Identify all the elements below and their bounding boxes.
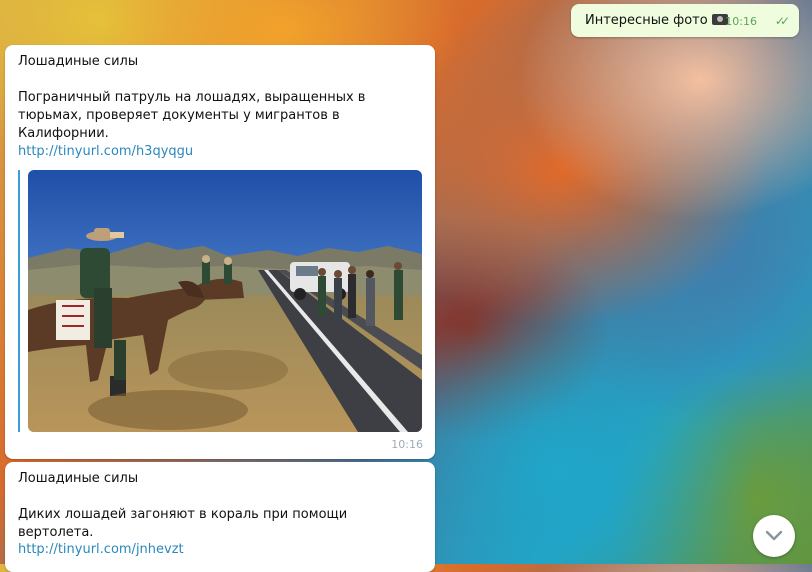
chevron-down-icon [765,530,783,541]
link-preview-photo[interactable] [28,170,422,432]
message-title: Лошадиные силы [18,54,139,69]
message-link[interactable]: http://tinyurl.com/h3qyqgu [18,144,193,159]
message-body: Диких лошадей загоняют в кораль при помо… [18,507,348,540]
scroll-down-button[interactable] [753,515,795,557]
incoming-message[interactable]: Лошадиные силы Диких лошадей загоняют в … [5,462,435,572]
outgoing-message-text: Интересные фото [585,12,728,30]
message-title: Лошадиные силы [18,471,139,486]
outgoing-message[interactable]: Интересные фото 10:16 ✓✓ [571,4,799,37]
message-body: Пограничный патруль на лошадях, выращенн… [18,90,366,141]
message-time: 10:16 [725,15,757,28]
link-preview-bar [18,170,20,432]
message-link[interactable]: http://tinyurl.com/jnhevzt [18,542,184,557]
incoming-message[interactable]: Лошадиные силы Пограничный патруль на ло… [5,45,435,459]
message-time: 10:16 [391,438,423,451]
double-check-icon: ✓✓ [774,14,790,28]
